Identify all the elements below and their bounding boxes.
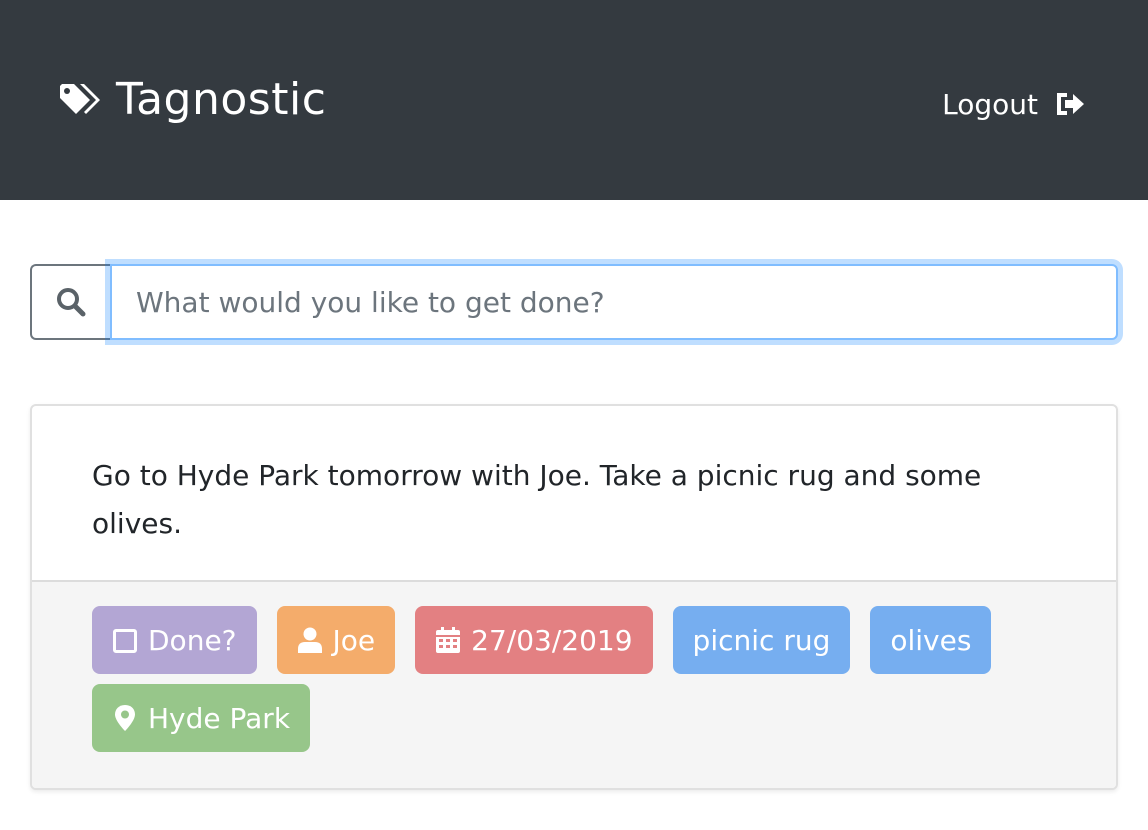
person-tag[interactable]: Joe — [276, 606, 396, 674]
brand-title: Tagnostic — [116, 74, 327, 125]
top-navbar: Tagnostic Logout — [0, 0, 1148, 200]
done-tag-label: Done? — [148, 623, 237, 657]
tag-list: Done? Joe 27/03/2019 picnic rug olives H… — [92, 606, 1072, 752]
thing-tag-olives[interactable]: olives — [870, 606, 992, 674]
date-tag-label: 27/03/2019 — [471, 623, 633, 657]
thing-tag-label: olives — [890, 623, 972, 657]
place-tag-label: Hyde Park — [148, 701, 291, 735]
logout-button[interactable]: Logout — [942, 82, 1086, 126]
task-card-body: Go to Hyde Park tomorrow with Joe. Take … — [32, 406, 1116, 582]
search-bar — [30, 264, 1118, 340]
done-toggle-tag[interactable]: Done? — [92, 606, 257, 674]
thing-tag-picnic-rug[interactable]: picnic rug — [672, 606, 851, 674]
thing-tag-label: picnic rug — [692, 623, 831, 657]
person-tag-label: Joe — [332, 623, 376, 657]
user-icon — [297, 627, 322, 653]
task-card: Go to Hyde Park tomorrow with Joe. Take … — [30, 404, 1118, 790]
calendar-icon — [436, 627, 461, 653]
place-tag[interactable]: Hyde Park — [92, 684, 311, 752]
map-marker-icon — [115, 705, 135, 731]
task-text: Go to Hyde Park tomorrow with Joe. Take … — [92, 459, 982, 540]
date-tag[interactable]: 27/03/2019 — [415, 606, 653, 674]
tags-icon — [60, 84, 100, 114]
search-icon — [57, 288, 86, 317]
task-card-footer: Done? Joe 27/03/2019 picnic rug olives H… — [32, 582, 1116, 788]
logout-label: Logout — [942, 87, 1038, 121]
task-input[interactable] — [110, 264, 1118, 340]
brand-link[interactable]: Tagnostic — [58, 72, 326, 128]
sign-out-icon — [1057, 93, 1084, 115]
search-addon[interactable] — [30, 264, 110, 340]
checkbox-icon — [113, 629, 137, 653]
